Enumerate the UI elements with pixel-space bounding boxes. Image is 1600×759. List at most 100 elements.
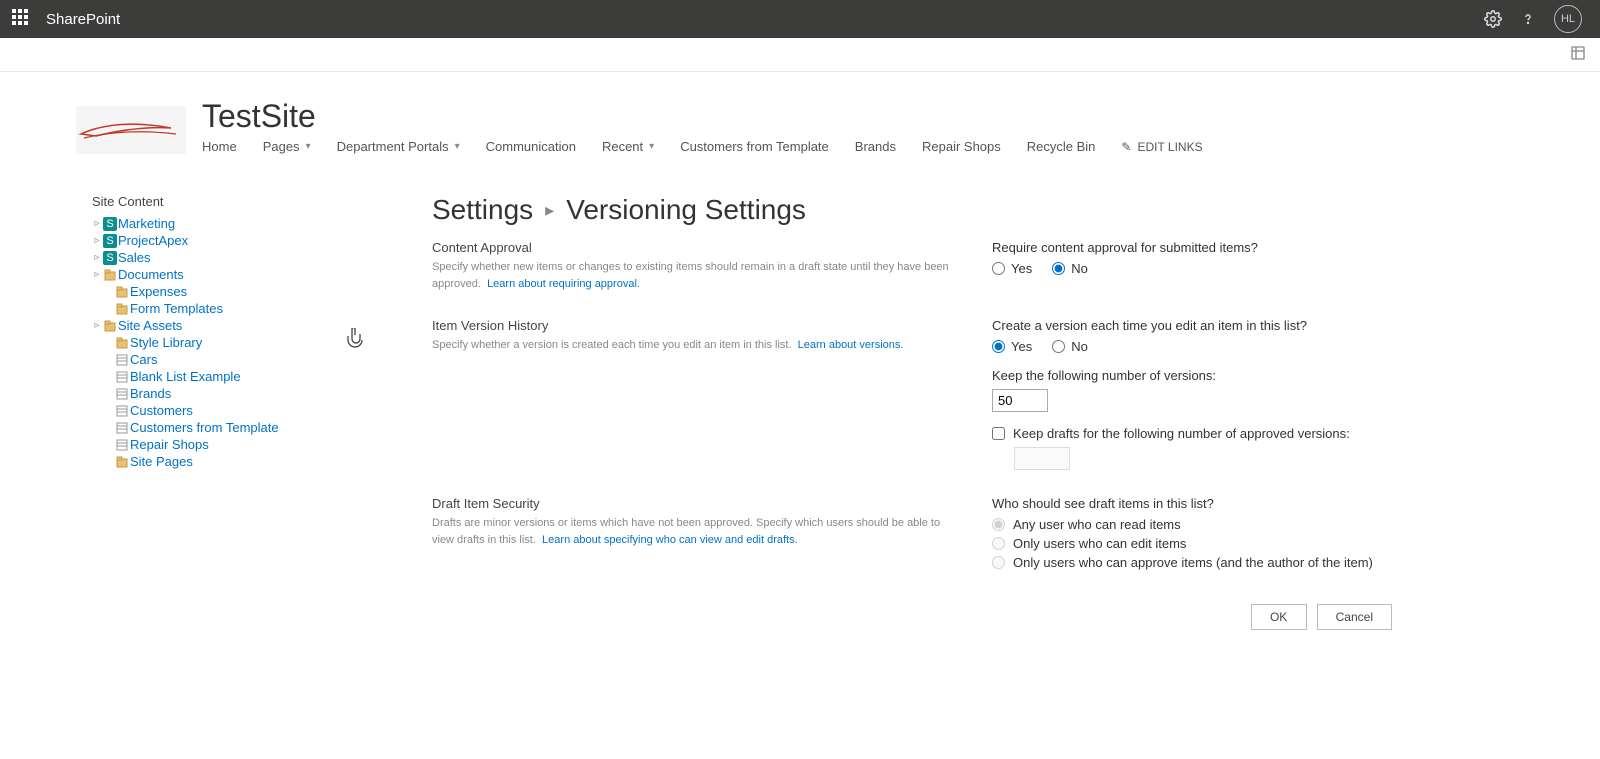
keep-versions-input[interactable] [992, 389, 1048, 412]
nav-item-pages[interactable]: Pages▾ [263, 139, 311, 154]
expander-icon[interactable]: ▹ [92, 320, 102, 331]
tree-node-label[interactable]: Site Pages [130, 454, 193, 469]
content-approval-yes[interactable]: Yes [992, 261, 1032, 276]
nav-item-customers-from-template[interactable]: Customers from Template [680, 139, 829, 154]
cancel-button[interactable]: Cancel [1317, 604, 1392, 630]
tree-node-brands[interactable]: Brands [92, 385, 372, 402]
content-approval-learn-link[interactable]: Learn about requiring approval. [487, 278, 640, 290]
edit-links-label: EDIT LINKS [1137, 140, 1202, 154]
tree-node-form-templates[interactable]: Form Templates [92, 300, 372, 317]
button-row: OK Cancel [432, 604, 1392, 630]
tree-node-style-library[interactable]: Style Library [92, 334, 372, 351]
tree-node-repair-shops[interactable]: Repair Shops [92, 436, 372, 453]
tree-node-label[interactable]: Repair Shops [130, 437, 209, 452]
nav-item-communication[interactable]: Communication [486, 139, 576, 154]
version-history-yes-radio[interactable] [992, 340, 1005, 353]
draft-security-opt3[interactable]: Only users who can approve items (and th… [992, 555, 1392, 570]
version-history-learn-link[interactable]: Learn about versions. [798, 339, 904, 351]
draft-security-question: Who should see draft items in this list? [992, 496, 1392, 511]
expander-icon[interactable]: ▹ [92, 235, 102, 246]
version-history-title: Item Version History [432, 318, 952, 333]
app-launcher-icon[interactable] [12, 9, 32, 29]
content-approval-no[interactable]: No [1052, 261, 1088, 276]
nav-item-department-portals[interactable]: Department Portals▾ [337, 139, 460, 154]
tree-node-label[interactable]: Style Library [130, 335, 202, 350]
tree-node-label[interactable]: Customers from Template [130, 420, 279, 435]
list-icon [115, 438, 129, 452]
version-history-desc: Specify whether a version is created eac… [432, 337, 952, 354]
section-draft-security: Draft Item Security Drafts are minor ver… [432, 496, 1392, 574]
site-title[interactable]: TestSite [202, 98, 1203, 135]
draft-security-opt2-radio[interactable] [992, 537, 1005, 550]
nav-item-recent[interactable]: Recent▾ [602, 139, 654, 154]
tree-node-label[interactable]: Blank List Example [130, 369, 241, 384]
content-approval-yes-radio[interactable] [992, 262, 1005, 275]
draft-security-opt2[interactable]: Only users who can edit items [992, 536, 1392, 551]
tree-node-projectapex[interactable]: ▹SProjectApex [92, 232, 372, 249]
nav-item-home[interactable]: Home [202, 139, 237, 154]
tree-node-label[interactable]: Brands [130, 386, 171, 401]
edit-links-button[interactable]: ✎ EDIT LINKS [1121, 140, 1202, 154]
expander-icon[interactable]: ▹ [92, 252, 102, 263]
tree-node-site-pages[interactable]: Site Pages [92, 453, 372, 470]
top-nav: Home Pages▾ Department Portals▾ Communicati… [202, 139, 1203, 154]
breadcrumb-root[interactable]: Settings [432, 194, 533, 226]
draft-security-opt3-radio[interactable] [992, 556, 1005, 569]
focus-content-icon[interactable] [1570, 45, 1586, 64]
tree-node-label[interactable]: ProjectApex [118, 233, 188, 248]
tree-node-blank-list-example[interactable]: Blank List Example [92, 368, 372, 385]
content-approval-question: Require content approval for submitted i… [992, 240, 1392, 255]
tree-node-label[interactable]: Expenses [130, 284, 187, 299]
keep-drafts-checkbox[interactable] [992, 427, 1005, 440]
nav-item-label: Repair Shops [922, 139, 1001, 154]
tree-node-cars[interactable]: Cars [92, 351, 372, 368]
breadcrumb: Settings ▸ Versioning Settings [432, 194, 1392, 226]
draft-security-opt1-radio[interactable] [992, 518, 1005, 531]
version-history-no-radio[interactable] [1052, 340, 1065, 353]
site-content-tree: ▹SMarketing▹SProjectApex▹SSales▹Document… [92, 215, 372, 470]
pencil-icon: ✎ [1121, 140, 1131, 154]
suite-app-name[interactable]: SharePoint [46, 11, 120, 28]
chevron-down-icon: ▾ [649, 141, 654, 152]
content-approval-no-radio[interactable] [1052, 262, 1065, 275]
tree-node-label[interactable]: Customers [130, 403, 193, 418]
tree-node-documents[interactable]: ▹ Documents [92, 266, 372, 283]
tree-node-label[interactable]: Site Assets [118, 318, 182, 333]
nav-item-recycle-bin[interactable]: Recycle Bin [1027, 139, 1096, 154]
nav-item-brands[interactable]: Brands [855, 139, 896, 154]
list-icon [115, 370, 129, 384]
tree-node-label[interactable]: Marketing [118, 216, 175, 231]
settings-gear-icon[interactable] [1484, 10, 1502, 28]
site-header: TestSite Home Pages▾ Department Portals▾ Co… [0, 72, 1600, 154]
tree-node-expenses[interactable]: Expenses [92, 283, 372, 300]
library-icon [103, 268, 117, 282]
suite-bar: SharePoint HL [0, 0, 1600, 38]
chevron-down-icon: ▾ [455, 141, 460, 152]
tree-node-customers-from-template[interactable]: Customers from Template [92, 419, 372, 436]
tree-node-sales[interactable]: ▹SSales [92, 249, 372, 266]
help-icon[interactable] [1520, 11, 1536, 27]
tree-node-label[interactable]: Documents [118, 267, 184, 282]
user-avatar[interactable]: HL [1554, 5, 1582, 33]
version-history-no[interactable]: No [1052, 339, 1088, 354]
version-history-question: Create a version each time you edit an i… [992, 318, 1392, 333]
breadcrumb-sep-icon: ▸ [545, 200, 554, 221]
library-icon [115, 285, 129, 299]
expander-icon[interactable]: ▹ [92, 269, 102, 280]
tree-node-label[interactable]: Sales [118, 250, 151, 265]
tree-node-customers[interactable]: Customers [92, 402, 372, 419]
draft-security-opt1[interactable]: Any user who can read items [992, 517, 1392, 532]
tree-node-marketing[interactable]: ▹SMarketing [92, 215, 372, 232]
tree-node-label[interactable]: Cars [130, 352, 157, 367]
ok-button[interactable]: OK [1251, 604, 1307, 630]
site-logo[interactable] [76, 106, 186, 154]
nav-item-repair-shops[interactable]: Repair Shops [922, 139, 1001, 154]
tree-node-label[interactable]: Form Templates [130, 301, 223, 316]
draft-security-desc: Drafts are minor versions or items which… [432, 515, 952, 548]
draft-security-learn-link[interactable]: Learn about specifying who can view and … [542, 534, 798, 546]
expander-icon[interactable]: ▹ [92, 218, 102, 229]
library-icon [115, 455, 129, 469]
breadcrumb-page: Versioning Settings [566, 194, 806, 226]
tree-node-site-assets[interactable]: ▹ Site Assets [92, 317, 372, 334]
version-history-yes[interactable]: Yes [992, 339, 1032, 354]
